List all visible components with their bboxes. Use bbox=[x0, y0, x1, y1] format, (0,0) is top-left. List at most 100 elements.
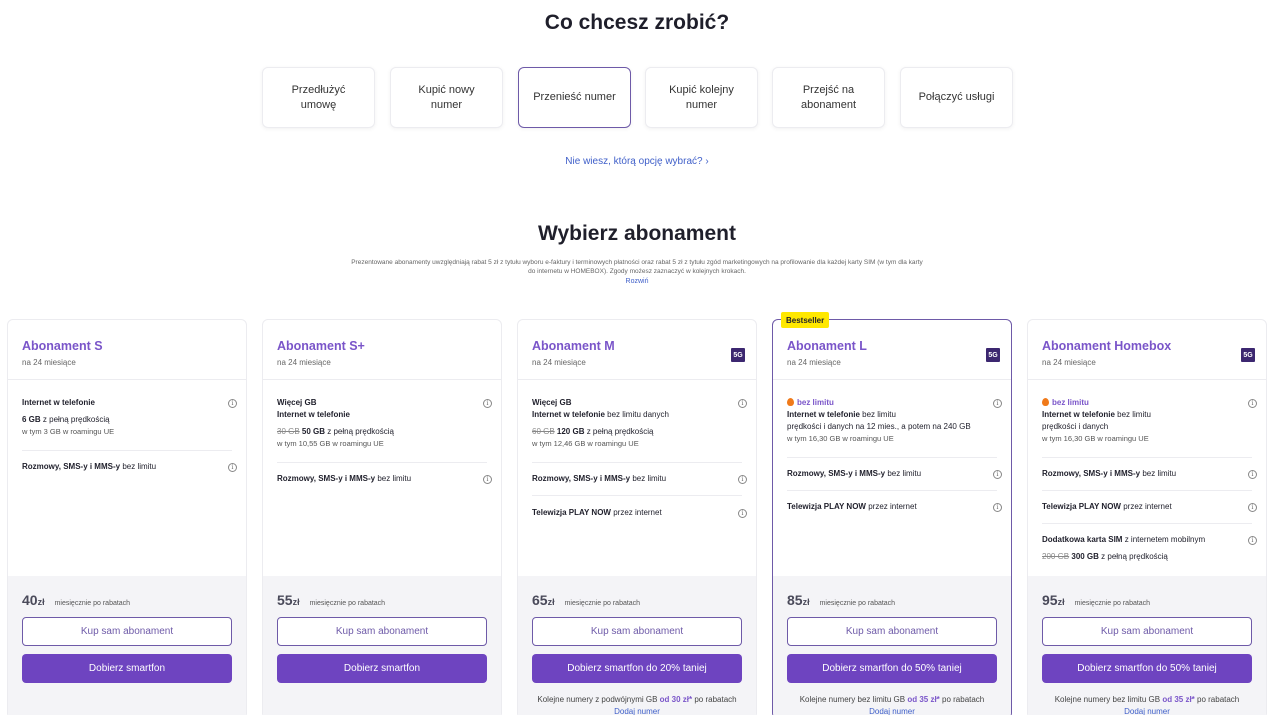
info-icon[interactable]: i bbox=[993, 399, 1002, 408]
price-currency: zł bbox=[1057, 597, 1065, 607]
feature-data: 6 GB bbox=[22, 415, 41, 424]
info-icon[interactable]: i bbox=[483, 399, 492, 408]
option-combine-services[interactable]: Połączyć usługi bbox=[900, 67, 1013, 128]
price: 95zł miesięcznie po rabatach bbox=[1042, 592, 1150, 610]
plan-card-footer: 55zł miesięcznie po rabatach Kup sam abo… bbox=[263, 576, 501, 715]
feature-internet: bez limitu Internet w telefonie bez limi… bbox=[1042, 397, 1252, 445]
plan-card-footer: 85zł miesięcznie po rabatach Kup sam abo… bbox=[773, 576, 1011, 715]
old-data: 200 GB bbox=[1042, 552, 1070, 561]
feature-data-desc: prędkości i danych na 12 mies., a potem … bbox=[787, 422, 971, 431]
buy-plan-only-button[interactable]: Kup sam abonament bbox=[532, 617, 742, 646]
feature-tv-desc: przez internet bbox=[610, 508, 662, 517]
plan-card-l: Abonament L na 24 miesiące 5G bez limitu… bbox=[772, 319, 1012, 715]
choose-smartphone-button[interactable]: Dobierz smartfon do 50% taniej bbox=[1042, 654, 1252, 683]
feature-calls: Rozmowy, SMS-y i MMS-y bez limitu bbox=[787, 468, 997, 480]
info-icon[interactable]: i bbox=[993, 503, 1002, 512]
feature-title-desc: bez limitu bbox=[859, 410, 896, 419]
bestseller-badge: Bestseller bbox=[781, 312, 830, 328]
add-number-link[interactable]: Dodaj numer bbox=[524, 706, 750, 715]
divider bbox=[787, 457, 997, 458]
additional-numbers: Kolejne numery bez limitu GB od 35 zł* p… bbox=[1034, 694, 1260, 715]
feature-data-desc: z pełną prędkością bbox=[584, 427, 654, 436]
info-icon[interactable]: i bbox=[1248, 470, 1257, 479]
info-icon[interactable]: i bbox=[738, 475, 747, 484]
choose-smartphone-button[interactable]: Dobierz smartfon do 20% taniej bbox=[532, 654, 742, 683]
option-port-number[interactable]: Przenieść numer bbox=[518, 67, 631, 128]
help-choose-option-link[interactable]: Nie wiesz, którą opcję wybrać? › bbox=[0, 156, 1274, 167]
divider bbox=[1042, 490, 1252, 491]
additional-numbers-price: od 30 zł* bbox=[659, 695, 693, 704]
feature-roaming: w tym 3 GB w roamingu UE bbox=[22, 427, 115, 436]
info-icon[interactable]: i bbox=[1248, 399, 1257, 408]
feature-roaming: w tym 10,55 GB w roamingu UE bbox=[277, 439, 384, 448]
feature-tv-title: Telewizja PLAY NOW bbox=[787, 502, 866, 511]
price: 55zł miesięcznie po rabatach bbox=[277, 592, 385, 610]
price-note: miesięcznie po rabatach bbox=[564, 600, 641, 607]
choose-smartphone-button[interactable]: Dobierz smartfon bbox=[277, 654, 487, 683]
5g-badge: 5G bbox=[1241, 348, 1255, 362]
info-icon[interactable]: i bbox=[228, 463, 237, 472]
price-note: miesięcznie po rabatach bbox=[1074, 600, 1151, 607]
option-buy-new-number[interactable]: Kupić nowy numer bbox=[390, 67, 503, 128]
additional-numbers: Kolejne numery bez limitu GB od 35 zł* p… bbox=[779, 694, 1005, 715]
plan-card-header: Abonament L na 24 miesiące 5G bbox=[773, 320, 1011, 380]
option-switch-to-subscription[interactable]: Przejść na abonament bbox=[772, 67, 885, 128]
buy-plan-only-button[interactable]: Kup sam abonament bbox=[787, 617, 997, 646]
feature-title: Internet w telefonie bbox=[532, 410, 605, 419]
additional-numbers-suffix: po rabatach bbox=[692, 695, 737, 704]
add-number-link[interactable]: Dodaj numer bbox=[779, 706, 1005, 715]
info-icon[interactable]: i bbox=[1248, 536, 1257, 545]
choose-smartphone-button[interactable]: Dobierz smartfon bbox=[22, 654, 232, 683]
unlimited-label: bez limitu bbox=[797, 398, 834, 407]
info-icon[interactable]: i bbox=[738, 399, 747, 408]
5g-badge: 5G bbox=[986, 348, 1000, 362]
plan-card-footer: 40zł miesięcznie po rabatach Kup sam abo… bbox=[8, 576, 246, 715]
divider bbox=[532, 462, 742, 463]
buy-plan-only-button[interactable]: Kup sam abonament bbox=[22, 617, 232, 646]
additional-numbers-text: Kolejne numery z podwójnymi GB bbox=[537, 695, 660, 704]
info-icon[interactable]: i bbox=[993, 470, 1002, 479]
info-icon[interactable]: i bbox=[738, 509, 747, 518]
price-amount: 85 bbox=[787, 592, 803, 608]
feature-calls-desc: bez limitu bbox=[120, 462, 157, 471]
plan-card-header: Abonament Homebox na 24 miesiące 5G bbox=[1028, 320, 1266, 380]
feature-calls-desc: bez limitu bbox=[1140, 469, 1177, 478]
feature-internet: bez limitu Internet w telefonie bez limi… bbox=[787, 397, 997, 445]
plan-duration: na 24 miesiące bbox=[532, 358, 586, 367]
option-extend-contract[interactable]: Przedłużyć umowę bbox=[262, 67, 375, 128]
info-icon[interactable]: i bbox=[483, 475, 492, 484]
feature-data-desc: z pełną prędkością bbox=[325, 427, 394, 436]
feature-tv-desc: przez internet bbox=[865, 502, 917, 511]
feature-title: Internet w telefonie bbox=[22, 398, 95, 407]
expand-link[interactable]: Rozwiń bbox=[0, 278, 1274, 285]
buy-plan-only-button[interactable]: Kup sam abonament bbox=[1042, 617, 1252, 646]
choose-smartphone-button[interactable]: Dobierz smartfon do 50% taniej bbox=[787, 654, 997, 683]
feature-calls: Rozmowy, SMS-y i MMS-y bez limitu bbox=[1042, 468, 1252, 480]
divider bbox=[532, 495, 742, 496]
feature-extra-sim: Dodatkowa karta SIM z internetem mobilny… bbox=[1042, 534, 1252, 563]
plan-duration: na 24 miesiące bbox=[787, 358, 841, 367]
info-icon[interactable]: i bbox=[1248, 503, 1257, 512]
feature-internet: Więcej GB Internet w telefonie bez limit… bbox=[532, 397, 742, 450]
feature-title: Internet w telefonie bbox=[277, 410, 350, 419]
feature-roaming: w tym 12,46 GB w roamingu UE bbox=[532, 439, 639, 448]
price: 65zł miesięcznie po rabatach bbox=[532, 592, 640, 610]
add-number-link[interactable]: Dodaj numer bbox=[1034, 706, 1260, 715]
plan-card-footer: 65zł miesięcznie po rabatach Kup sam abo… bbox=[518, 576, 756, 715]
feature-calls-desc: bez limitu bbox=[375, 474, 412, 483]
additional-numbers-text: Kolejne numery bez limitu GB bbox=[1054, 695, 1163, 704]
plan-duration: na 24 miesiące bbox=[277, 358, 331, 367]
feature-calls-title: Rozmowy, SMS-y i MMS-y bbox=[787, 469, 886, 478]
section-title-what-to-do: Co chcesz zrobić? bbox=[544, 11, 730, 34]
feature-title: Internet w telefonie bbox=[787, 410, 860, 419]
plan-card-footer: 95zł miesięcznie po rabatach Kup sam abo… bbox=[1028, 576, 1266, 715]
option-buy-another-number[interactable]: Kupić kolejny numer bbox=[645, 67, 758, 128]
feature-calls: Rozmowy, SMS-y i MMS-y bez limitu bbox=[277, 473, 487, 485]
additional-numbers-text: Kolejne numery bez limitu GB bbox=[799, 695, 908, 704]
feature-roaming: w tym 16,30 GB w roamingu UE bbox=[787, 434, 894, 443]
info-icon[interactable]: i bbox=[228, 399, 237, 408]
plan-card-homebox: Abonament Homebox na 24 miesiące 5G bez … bbox=[1027, 319, 1267, 715]
section-title-choose-plan: Wybierz abonament bbox=[538, 222, 736, 245]
buy-plan-only-button[interactable]: Kup sam abonament bbox=[277, 617, 487, 646]
price-currency: zł bbox=[292, 597, 300, 607]
